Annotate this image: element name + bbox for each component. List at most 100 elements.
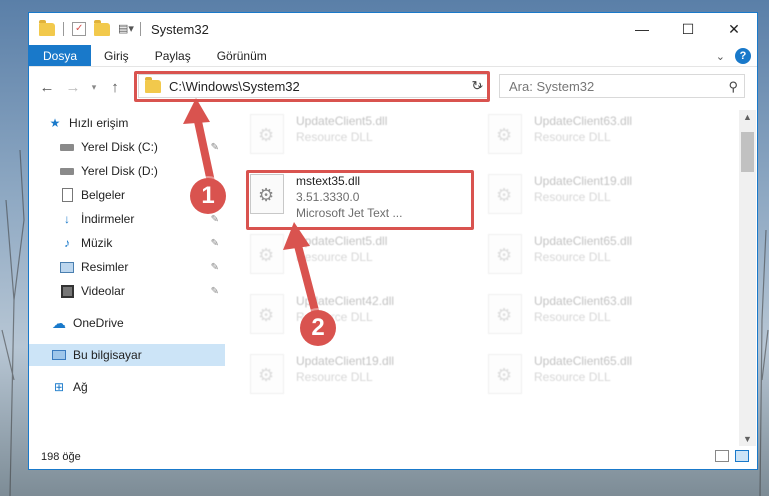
tab-view[interactable]: Görünüm [204,45,280,66]
file-name: UpdateClient63.dll [534,294,633,308]
ribbon-right: ⌄ ? [716,48,751,64]
tab-share[interactable]: Paylaş [142,45,204,66]
navigation-pane: ★ Hızlı erişim Yerel Disk (C:) ✎ Yerel D… [29,110,225,450]
file-name: UpdateClient42.dll [296,294,395,308]
pin-icon[interactable]: ✎ [211,142,219,153]
pin-icon[interactable]: ✎ [211,262,219,273]
drive-icon [59,164,75,178]
sidebar-item-local-disk-d[interactable]: Yerel Disk (D:) [29,160,225,182]
sidebar-item-music[interactable]: ♪ Müzik ✎ [29,232,225,254]
network-icon: ⊞ [53,380,65,394]
step-1-badge: 1 [190,178,226,214]
sidebar-item-label: Videolar [81,284,125,298]
file-highlight-box [246,170,474,230]
sidebar-item-this-pc[interactable]: Bu bilgisayar [29,344,225,366]
scroll-down-icon[interactable]: ▼ [739,434,756,444]
tab-home[interactable]: Giriş [91,45,142,66]
dll-file-icon: ⚙ [250,354,284,394]
pin-icon[interactable]: ✎ [211,214,219,225]
dll-file-icon: ⚙ [488,354,522,394]
file-item[interactable]: ⚙ UpdateClient42.dll Resource DLL [250,292,480,342]
file-name: UpdateClient65.dll [534,354,633,368]
sidebar-item-videos[interactable]: Videolar ✎ [29,280,225,302]
vertical-scrollbar[interactable]: ▲ ▼ [739,110,756,446]
minimize-button[interactable]: — [619,13,665,45]
sidebar-item-local-disk-c[interactable]: Yerel Disk (C:) ✎ [29,136,225,158]
sidebar-item-label: Müzik [81,236,113,250]
up-arrow-icon[interactable]: ↑ [105,79,125,96]
sidebar-item-network[interactable]: ⊞ Ağ [29,376,225,398]
dll-file-icon: ⚙ [250,234,284,274]
file-item[interactable]: ⚙ UpdateClient19.dll Resource DLL [250,352,480,402]
file-item[interactable]: ⚙ UpdateClient65.dll Resource DLL [488,352,718,402]
file-type: Resource DLL [534,130,611,144]
help-icon[interactable]: ? [735,48,751,64]
sidebar-item-label: Bu bilgisayar [73,348,142,362]
sidebar-item-downloads[interactable]: ↓ İndirmeler ✎ [29,208,225,230]
quick-access-toolbar: ✓ ▤▾ [29,19,141,36]
file-name: UpdateClient19.dll [296,354,395,368]
dll-file-icon: ⚙ [488,234,522,274]
new-folder-icon[interactable] [94,19,110,36]
music-icon: ♪ [64,236,70,250]
download-icon: ↓ [64,212,70,226]
dll-file-icon: ⚙ [488,114,522,154]
customize-icon[interactable]: ▤▾ [118,22,134,36]
sidebar-item-label: Yerel Disk (D:) [81,164,158,178]
video-icon [59,284,75,298]
back-arrow-icon[interactable]: ← [37,79,57,96]
sidebar-item-label: Yerel Disk (C:) [81,140,158,154]
sidebar-item-label: OneDrive [73,316,124,330]
dll-file-icon: ⚙ [250,294,284,334]
forward-arrow-icon[interactable]: → [63,79,83,96]
recent-chevron-icon[interactable]: ▾ [89,82,99,93]
dll-file-icon: ⚙ [250,114,284,154]
file-name: UpdateClient5.dll [296,114,388,128]
dll-file-icon: ⚙ [488,294,522,334]
search-input[interactable]: Ara: System32 ⚲ [499,74,745,98]
expand-ribbon-icon[interactable]: ⌄ [716,50,725,63]
documents-icon [59,188,75,202]
item-count: 198 öğe [41,451,81,463]
search-icon: ⚲ [728,79,738,94]
file-type: Resource DLL [534,250,611,264]
drive-icon [59,140,75,154]
properties-icon[interactable]: ✓ [72,22,86,36]
sidebar-item-pictures[interactable]: Resimler ✎ [29,256,225,278]
details-view-icon[interactable] [715,450,729,462]
file-item[interactable]: ⚙ UpdateClient19.dll Resource DLL [488,172,718,222]
pin-icon[interactable]: ✎ [211,286,219,297]
divider [63,22,64,36]
status-bar: 198 öğe [29,446,757,468]
pictures-icon [59,260,75,274]
view-switcher [715,450,749,462]
file-item[interactable]: ⚙ UpdateClient63.dll Resource DLL [488,112,718,162]
file-item[interactable]: ⚙ UpdateClient5.dll Resource DLL [250,112,480,162]
divider [140,22,141,36]
pin-icon[interactable]: ✎ [211,238,219,249]
file-type: Resource DLL [296,130,373,144]
file-name: UpdateClient65.dll [534,234,633,248]
sidebar-item-label: Belgeler [81,188,126,202]
sidebar-item-label: Ağ [73,380,88,394]
computer-icon [51,348,67,362]
file-name: UpdateClient19.dll [534,174,633,188]
dll-file-icon: ⚙ [488,174,522,214]
scrollbar-thumb[interactable] [741,132,754,172]
file-item[interactable]: ⚙ UpdateClient65.dll Resource DLL [488,232,718,282]
file-item[interactable]: ⚙ UpdateClient5.dll Resource DLL [250,232,480,282]
search-placeholder: Ara: System32 [509,78,595,94]
file-item[interactable]: ⚙ UpdateClient63.dll Resource DLL [488,292,718,342]
scroll-up-icon[interactable]: ▲ [739,112,756,122]
step-2-badge: 2 [300,310,336,346]
folder-icon [39,19,55,36]
title-bar: ✓ ▤▾ System32 — ☐ ✕ [29,13,757,45]
tiles-view-icon[interactable] [735,450,749,462]
file-type: Resource DLL [534,370,611,384]
maximize-button[interactable]: ☐ [665,13,711,45]
file-type: Resource DLL [296,370,373,384]
tab-file[interactable]: Dosya [29,45,92,66]
sidebar-item-quick-access[interactable]: ★ Hızlı erişim [29,112,225,134]
sidebar-item-onedrive[interactable]: ☁ OneDrive [29,312,225,334]
close-button[interactable]: ✕ [711,13,757,45]
